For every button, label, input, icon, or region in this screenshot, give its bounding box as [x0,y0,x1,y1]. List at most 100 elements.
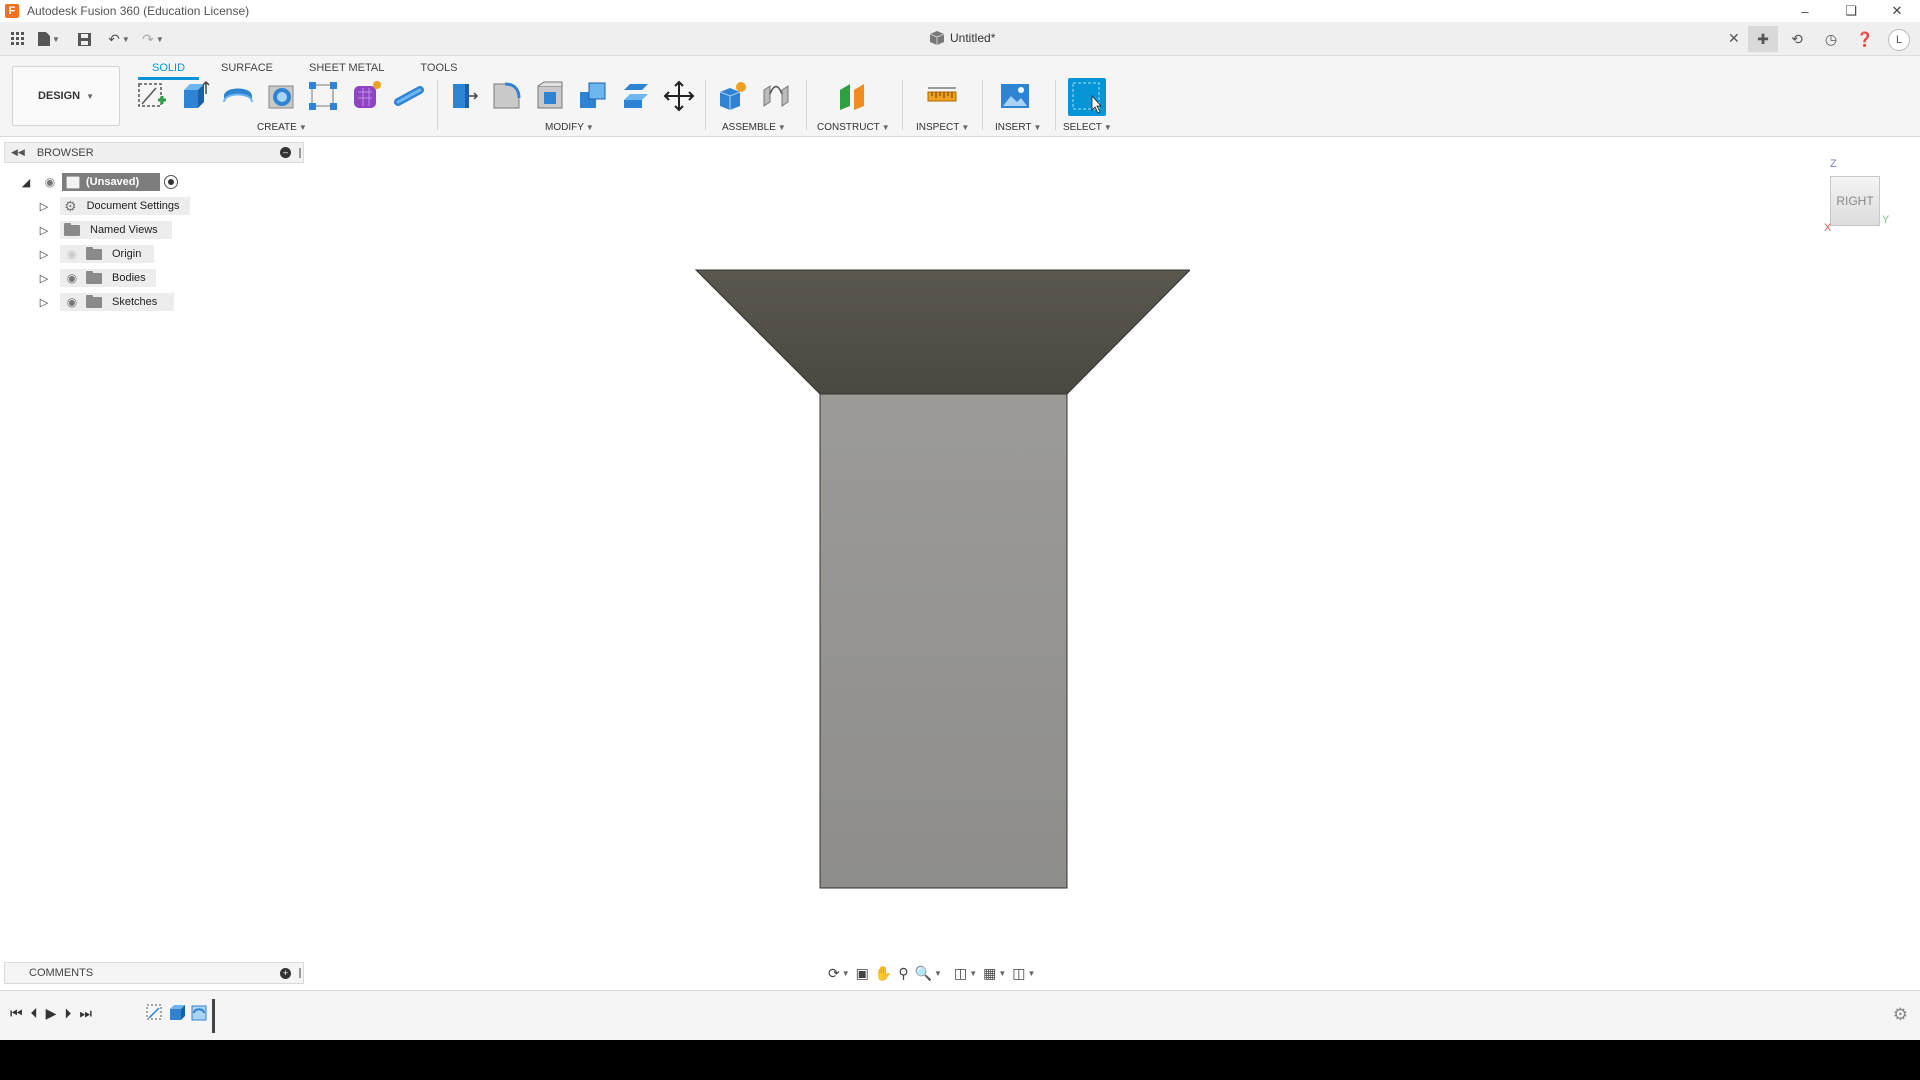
visibility-eye-icon[interactable]: ◉ [64,271,80,285]
visibility-eye-icon[interactable]: ◉ [42,175,58,189]
expand-triangle-icon[interactable]: ▷ [38,200,50,213]
go-to-end-icon[interactable]: ⏭ [79,1005,92,1022]
tree-item-box: Named Views [60,221,172,239]
display-settings-button[interactable]: ◫ ▼ [954,965,977,982]
pipe-button[interactable] [392,78,428,114]
expanded-triangle-icon[interactable]: ◢ [20,176,32,189]
offset-plane-button[interactable] [834,78,870,114]
grid-settings-button[interactable]: ▦ ▼ [983,965,1006,982]
press-pull-button[interactable] [445,78,481,114]
close-tab-icon[interactable]: ✕ [1728,30,1740,47]
insert-image-button[interactable] [997,78,1033,114]
collapse-panel-icon[interactable]: ◀◀ [11,147,25,158]
funnel-top-face[interactable] [694,269,1190,395]
measure-button[interactable] [924,78,960,114]
shell-button[interactable] [532,78,568,114]
activate-radio-icon[interactable] [164,175,178,189]
extensions-button[interactable]: ⟲ [1782,26,1812,52]
assemble-menu[interactable]: ASSEMBLE ▼ [722,122,786,133]
help-button[interactable]: ❓ [1850,26,1880,52]
hidden-eye-icon[interactable]: ◉ [64,247,80,261]
expand-triangle-icon[interactable]: ▷ [38,224,50,237]
step-forward-icon[interactable]: ⏵ [64,1005,71,1022]
inspect-menu[interactable]: INSPECT ▼ [916,122,969,133]
gear-icon[interactable]: ⚙ [1893,1005,1908,1025]
panel-resize-handle[interactable] [299,148,301,158]
minus-circle-icon[interactable]: – [280,147,291,158]
pattern-button[interactable] [305,78,341,114]
timeline-revolve-icon[interactable] [190,1004,208,1022]
play-icon[interactable]: ▶ [46,1005,57,1022]
chevron-down-icon: ▼ [1033,123,1042,132]
file-menu-button[interactable]: ▼ [32,27,66,51]
select-menu[interactable]: SELECT ▼ [1063,122,1112,133]
timeline: ⏮ ⏴ ▶ ⏵ ⏭ ⚙ [0,990,1920,1040]
tree-item-bodies[interactable]: ▷ ◉ Bodies [38,268,156,288]
pan-button[interactable]: ✋ [875,965,892,982]
go-to-start-icon[interactable]: ⏮ [10,1005,23,1022]
tab-solid[interactable]: SOLID [138,60,200,80]
viewports-button[interactable]: ◫ ▼ [1012,965,1035,982]
undo-button[interactable]: ↶ ▼ [102,27,136,51]
expand-triangle-icon[interactable]: ▷ [38,296,50,309]
save-button[interactable] [68,27,100,51]
panel-resize-handle[interactable] [299,968,301,978]
extrude-button[interactable] [176,78,212,114]
modify-menu[interactable]: MODIFY ▼ [545,122,594,133]
job-status-button[interactable]: ◷ [1816,26,1846,52]
orbit-button[interactable]: ⟳ ▼ [828,965,850,982]
create-sketch-button[interactable] [134,78,170,114]
select-button[interactable] [1068,78,1106,116]
timeline-marker[interactable] [212,999,215,1033]
tab-sheet-metal[interactable]: SHEET METAL [287,60,398,80]
zoom-button[interactable]: ⚲ [898,965,908,982]
timeline-extrude-icon[interactable] [168,1004,186,1022]
joint-button[interactable] [758,78,794,114]
plus-circle-icon[interactable]: + [280,968,291,979]
timeline-sketch-icon[interactable] [146,1004,164,1022]
fillet-button[interactable] [489,78,525,114]
taskbar-area [0,1040,1920,1080]
user-account-button[interactable]: L [1884,26,1914,52]
new-component-button[interactable] [714,78,750,114]
create-form-button[interactable] [348,78,384,114]
tree-item-named-views[interactable]: ▷ Named Views [38,220,172,240]
root-component[interactable]: (Unsaved) [62,173,160,191]
model-body[interactable] [690,260,1190,900]
comments-title: COMMENTS [29,967,94,979]
workspace-switcher[interactable]: DESIGN ▼ [12,66,120,126]
replace-face-button[interactable] [618,78,654,114]
visibility-eye-icon[interactable]: ◉ [64,295,80,309]
hole-icon [268,85,294,109]
tab-tools[interactable]: TOOLS [398,60,471,80]
redo-button[interactable]: ↷ ▼ [138,27,168,51]
combine-button[interactable] [575,78,611,114]
move-copy-button[interactable] [661,78,697,114]
expand-triangle-icon[interactable]: ▷ [38,248,50,261]
data-panel-button[interactable] [6,27,30,51]
revolve-button[interactable] [220,78,256,114]
tab-surface[interactable]: SURFACE [199,60,287,80]
tree-item-sketches[interactable]: ▷ ◉ Sketches [38,292,174,312]
look-at-button[interactable]: ▣ [856,965,869,982]
tree-item-origin[interactable]: ▷ ◉ Origin [38,244,154,264]
construct-menu[interactable]: CONSTRUCT ▼ [817,122,890,133]
tree-root[interactable]: ◢ ◉ (Unsaved) [20,172,178,192]
insert-menu[interactable]: INSERT ▼ [995,122,1041,133]
viewcube-face-right[interactable]: RIGHT [1830,176,1880,226]
viewcube[interactable]: Z RIGHT Y X [1824,158,1889,234]
document-tab-label[interactable]: Untitled* [930,31,995,45]
shell-icon [537,81,563,109]
hole-button[interactable] [264,78,300,114]
funnel-stem-face[interactable] [819,393,1068,889]
minimize-button[interactable]: – [1782,0,1828,22]
close-window-button[interactable]: ✕ [1874,0,1920,22]
new-tab-button[interactable]: ✚ [1748,26,1778,52]
expand-triangle-icon[interactable]: ▷ [38,272,50,285]
fit-button[interactable]: 🔍 ▼ [915,965,942,982]
tree-item-document-settings[interactable]: ▷ ⚙ Document Settings [38,196,190,216]
look-at-icon: ▣ [855,964,869,981]
step-back-icon[interactable]: ⏴ [31,1005,38,1022]
create-menu[interactable]: CREATE ▼ [257,122,307,133]
restore-button[interactable]: ❏ [1828,0,1874,22]
